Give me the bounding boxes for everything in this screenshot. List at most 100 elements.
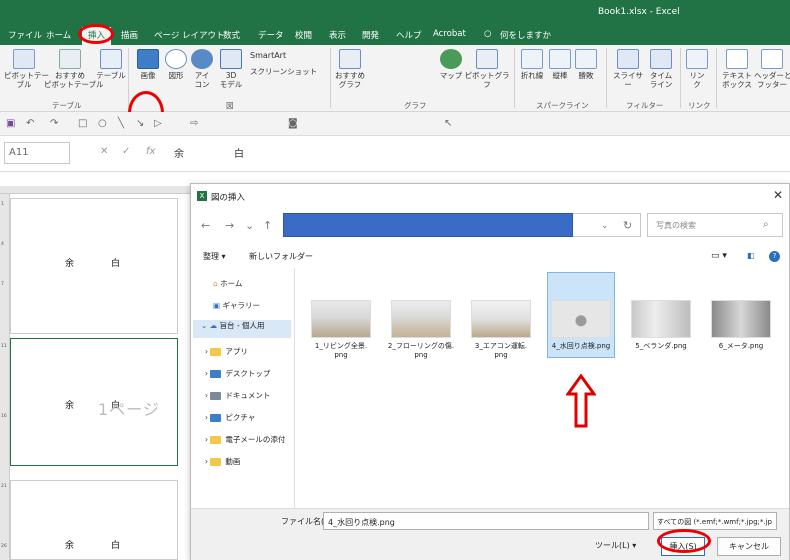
shapes-button[interactable]: 図形 <box>164 49 188 80</box>
3d-models-button[interactable]: 3D モデル <box>216 49 246 89</box>
nav-home[interactable]: ⌂ ホーム <box>213 278 242 289</box>
file-item[interactable]: 1_リビング全景. png <box>307 272 375 360</box>
tab-data[interactable]: データ <box>258 29 284 41</box>
address-path-redacted <box>283 213 573 237</box>
file-item[interactable]: 5_ベランダ.png <box>627 272 695 351</box>
recommended-pivottables-button[interactable]: おすすめ ピボットテーブル <box>44 49 104 89</box>
table-button[interactable]: テーブル <box>96 49 126 80</box>
tab-draw[interactable]: 描画 <box>121 29 138 41</box>
filename-input[interactable]: 4_水回り点検.png <box>323 512 649 530</box>
enter-icon[interactable]: ✓ <box>122 146 130 157</box>
highlight-circle-insert-button <box>657 529 711 553</box>
header-footer-button[interactable]: ヘッダーと フッター <box>754 49 790 89</box>
textbox-button[interactable]: テキスト ボックス <box>720 49 754 89</box>
up-icon[interactable]: ↑ <box>263 219 272 232</box>
recommended-charts-button[interactable]: おすすめ グラフ <box>334 49 366 89</box>
slicer-icon <box>617 49 639 69</box>
formula-bar: A11 ✕ ✓ fx 余 白 <box>0 136 790 172</box>
organize-button[interactable]: 整理 ▾ <box>203 251 226 262</box>
row-header: 1 4 7 11 16 21 26 <box>0 194 10 560</box>
sparkline-winloss-button[interactable]: 勝敗 <box>574 49 598 80</box>
insert-picture-dialog: X 図の挿入 ✕ ← → ⌄ ↑ ⌄ ↻ 写真の検索 ⌕ 整理 ▾ 新しいフォル… <box>190 183 790 560</box>
pictures-label: 画像 <box>140 71 156 80</box>
tab-page-layout[interactable]: ページ レイアウト <box>154 29 225 41</box>
nav-email-attachments[interactable]: › 電子メールの添付 <box>205 434 285 445</box>
tools-dropdown[interactable]: ツール(L) ▾ <box>595 537 636 556</box>
sparkline-column-icon <box>549 49 571 69</box>
tab-acrobat[interactable]: Acrobat <box>433 29 466 39</box>
thumbnail <box>391 300 451 338</box>
textbox-icon <box>726 49 748 69</box>
search-icon[interactable]: ⌕ <box>763 219 769 230</box>
timeline-button[interactable]: タイム ライン <box>648 49 674 89</box>
nav-desktop[interactable]: › デスクトップ <box>205 368 270 379</box>
preview-pane-icon[interactable]: ◧ <box>747 251 755 260</box>
arrow-line-icon[interactable]: ↘ <box>136 118 144 129</box>
sparkline-line-button[interactable]: 折れ線 <box>518 49 546 80</box>
timeline-icon <box>650 49 672 69</box>
maps-button[interactable]: マップ <box>438 49 464 80</box>
link-button[interactable]: リン ク <box>684 49 710 89</box>
sparkline-column-button[interactable]: 縦棒 <box>548 49 572 80</box>
tab-home[interactable]: ホーム <box>46 29 71 41</box>
function-icon[interactable]: fx <box>146 146 155 157</box>
link-label: リン ク <box>689 71 705 89</box>
select-cursor-icon[interactable]: ↖ <box>444 118 452 129</box>
camera-icon[interactable]: ◙ <box>288 118 298 129</box>
formula-input[interactable]: 余 白 <box>174 145 264 160</box>
screenshot-button[interactable]: スクリーンショット <box>250 67 317 76</box>
tab-formulas[interactable]: 数式 <box>223 29 240 41</box>
freeform-icon[interactable]: ▷ <box>154 118 162 129</box>
slicer-button[interactable]: スライサー <box>610 49 646 89</box>
oval-icon[interactable]: ○ <box>98 118 107 129</box>
folder-icon <box>210 436 222 444</box>
view-menu-icon[interactable]: ▭ ▾ <box>711 251 727 261</box>
nav-pictures[interactable]: › ピクチャ <box>205 412 255 423</box>
nav-onedrive[interactable]: ⌄ ☁ 旨台 - 個人用 <box>193 320 291 338</box>
filetype-select[interactable]: すべての図 (*.emf;*.wmf;*.jpg;*.jp <box>653 512 777 530</box>
pivottable-button[interactable]: ピボットテー ブル <box>4 49 49 89</box>
cancel-icon[interactable]: ✕ <box>100 146 108 157</box>
refresh-icon[interactable]: ↻ <box>623 219 632 232</box>
icons-button[interactable]: アイ コン <box>190 49 214 89</box>
tab-review[interactable]: 校閲 <box>295 29 312 41</box>
cancel-button[interactable]: キャンセル <box>717 537 781 556</box>
file-item[interactable]: 6_メータ.png <box>707 272 775 351</box>
block-arrow-icon[interactable]: ⇨ <box>190 118 198 129</box>
tab-file[interactable]: ファイル <box>8 29 42 41</box>
address-dropdown-icon[interactable]: ⌄ <box>601 221 609 231</box>
thumbnail <box>311 300 371 338</box>
dropdown-chevron-icon[interactable]: ⌄ <box>245 219 254 232</box>
smartart-button[interactable]: SmartArt <box>250 51 286 60</box>
tell-me-search[interactable]: 何をしますか <box>500 29 551 41</box>
nav-apps[interactable]: › アプリ <box>205 346 248 357</box>
page-watermark: 1ページ <box>98 400 160 419</box>
close-icon[interactable]: ✕ <box>773 188 783 202</box>
file-item[interactable]: 2_フローリングの傷. png <box>387 272 455 360</box>
tab-view[interactable]: 表示 <box>329 29 346 41</box>
file-item-selected[interactable]: 4_水回り点検.png <box>547 272 615 358</box>
recommended-charts-label: おすすめ グラフ <box>335 71 365 89</box>
column-header <box>0 186 190 194</box>
pictures-button[interactable]: 画像 <box>134 49 162 80</box>
file-item[interactable]: 3_エアコン運転. png <box>467 272 535 360</box>
cell-text-1: 余 白 <box>65 259 135 269</box>
help-icon[interactable]: ? <box>769 251 780 262</box>
undo-icon[interactable]: ↶ <box>26 118 34 129</box>
forward-icon[interactable]: → <box>225 219 234 232</box>
redo-icon[interactable]: ↷ <box>50 118 58 129</box>
nav-gallery[interactable]: ▣ ギャラリー <box>213 300 260 311</box>
3d-models-label: 3D モデル <box>219 71 243 89</box>
pivotchart-button[interactable]: ピボットグラフ <box>464 49 510 89</box>
quick-access-toolbar: ▣ ↶ ↷ □ ○ ╲ ↘ ▷ ⇨ ◙ ↖ <box>0 112 790 136</box>
name-box[interactable]: A11 <box>4 142 70 164</box>
line-icon[interactable]: ╲ <box>118 118 124 129</box>
tab-developer[interactable]: 開発 <box>362 29 379 41</box>
back-icon[interactable]: ← <box>201 219 210 232</box>
save-icon[interactable]: ▣ <box>6 118 15 129</box>
tab-help[interactable]: ヘルプ <box>396 29 422 41</box>
rectangle-icon[interactable]: □ <box>78 118 87 129</box>
nav-videos[interactable]: › 動画 <box>205 456 240 467</box>
new-folder-button[interactable]: 新しいフォルダー <box>249 251 313 262</box>
nav-documents[interactable]: › ドキュメント <box>205 390 270 401</box>
